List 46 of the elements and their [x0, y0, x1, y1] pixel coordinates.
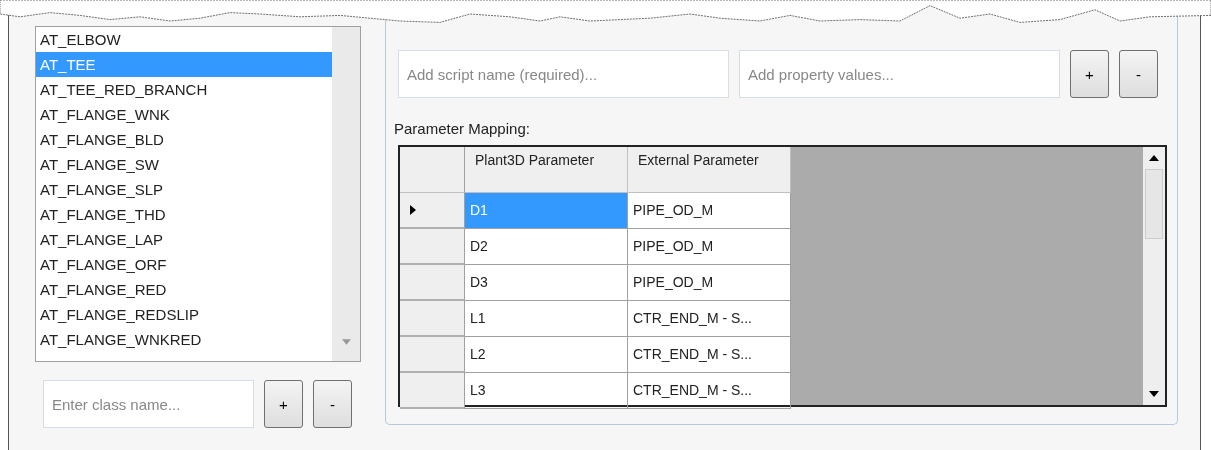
list-item[interactable]: AT_FLANGE_WNKRED [36, 327, 332, 352]
current-row-icon [410, 205, 416, 215]
add-button[interactable]: + [1070, 50, 1109, 98]
add-button[interactable]: + [264, 380, 303, 428]
table-cell[interactable]: CTR_END_M - S... [628, 301, 791, 337]
scrollbar[interactable] [1143, 147, 1165, 405]
row-header[interactable] [400, 373, 465, 409]
list-item[interactable]: AT_FLANGE_SLP [36, 177, 332, 202]
class-list[interactable]: AT_ELBOW AT_TEE AT_TEE_RED_BRANCH AT_FLANGE_WNK AT_FLANGE_BLD AT_FLANGE_SW AT_FLANGE_SLP AT_FLANGE_THD AT_FLANGE_LAP AT_FLANGE_ORF AT_FLANGE_RED AT_FLANGE_REDSLIP AT_FLANGE_WNKRED [35, 26, 361, 362]
row-header[interactable] [400, 265, 465, 301]
row-header[interactable] [400, 229, 465, 265]
list-item[interactable]: AT_FLANGE_WNK [36, 102, 332, 127]
property-values-field[interactable]: Add property values... [739, 50, 1060, 98]
column-header[interactable]: External Parameter [628, 147, 791, 193]
table-cell[interactable]: PIPE_OD_M [628, 229, 791, 265]
list-item[interactable]: AT_TEE_RED_BRANCH [36, 77, 332, 102]
remove-button[interactable]: - [1119, 50, 1158, 98]
table-cell[interactable]: D3 [465, 265, 628, 301]
scroll-thumb[interactable] [1145, 169, 1163, 239]
list-item[interactable]: AT_FLANGE_RED [36, 277, 332, 302]
table-cell[interactable]: D2 [465, 229, 628, 265]
table-cell[interactable]: CTR_END_M - S... [628, 337, 791, 373]
table-cell[interactable]: PIPE_OD_M [628, 193, 791, 229]
table-cell[interactable]: L1 [465, 301, 628, 337]
row-header[interactable] [400, 337, 465, 373]
column-header[interactable]: Plant3D Parameter [465, 147, 628, 193]
table-cell[interactable]: CTR_END_M - S... [628, 373, 791, 409]
table-cell[interactable]: PIPE_OD_M [628, 265, 791, 301]
row-header[interactable] [400, 193, 465, 229]
list-item[interactable]: AT_ELBOW [36, 27, 332, 52]
list-item[interactable]: AT_FLANGE_REDSLIP [36, 302, 332, 327]
script-name-field[interactable]: Add script name (required)... [398, 50, 729, 98]
remove-button[interactable]: - [313, 380, 352, 428]
list-item[interactable]: AT_FLANGE_BLD [36, 127, 332, 152]
list-item[interactable]: AT_FLANGE_ORF [36, 252, 332, 277]
scrollbar[interactable] [332, 27, 360, 361]
scroll-up-icon[interactable] [1149, 155, 1159, 161]
table-cell[interactable]: L2 [465, 337, 628, 373]
list-item[interactable]: AT_FLANGE_SW [36, 152, 332, 177]
list-item[interactable]: AT_FLANGE_THD [36, 202, 332, 227]
class-name-field[interactable]: Enter class name... [43, 380, 254, 428]
row-header[interactable] [400, 301, 465, 337]
parameter-mapping-label: Parameter Mapping: [394, 120, 531, 137]
table-cell[interactable]: L3 [465, 373, 628, 409]
scroll-down-icon[interactable] [1149, 391, 1159, 397]
list-item[interactable]: AT_FLANGE_LAP [36, 227, 332, 252]
